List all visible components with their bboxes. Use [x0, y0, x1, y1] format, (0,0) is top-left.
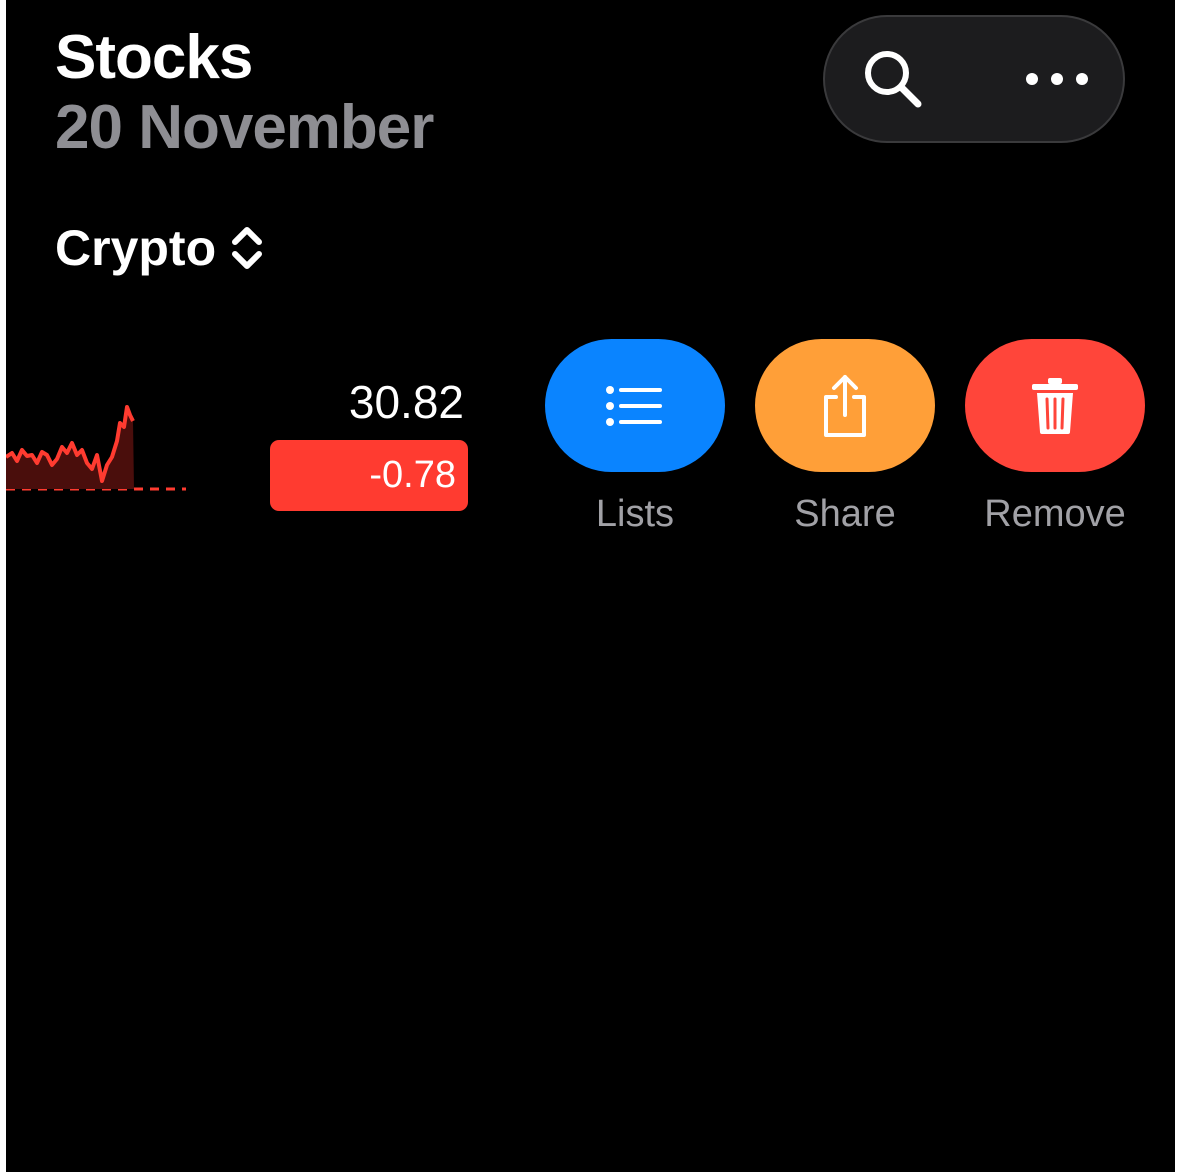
- sparkline-chart: [6, 405, 186, 491]
- watchlist-name: Crypto: [55, 220, 217, 276]
- search-icon: [865, 51, 922, 108]
- lists-action[interactable]: Lists: [545, 339, 725, 536]
- ellipsis-icon: [1026, 73, 1088, 85]
- trash-icon: [1032, 377, 1078, 434]
- search-button[interactable]: [833, 17, 953, 141]
- share-icon: [824, 374, 866, 437]
- stock-price: 30.82: [348, 376, 464, 428]
- remove-action[interactable]: Remove: [965, 339, 1145, 536]
- page-title: Stocks: [55, 23, 253, 92]
- share-button[interactable]: [755, 339, 935, 472]
- toolbar-pill: [823, 15, 1125, 143]
- list-icon: [606, 385, 662, 426]
- share-action[interactable]: Share: [755, 339, 935, 536]
- remove-button[interactable]: [965, 339, 1145, 472]
- lists-button[interactable]: [545, 339, 725, 472]
- page-date: 20 November: [55, 93, 434, 162]
- remove-label: Remove: [984, 493, 1126, 535]
- lists-label: Lists: [595, 493, 675, 535]
- share-label: Share: [794, 493, 896, 535]
- price-change-badge[interactable]: -0.78: [270, 440, 468, 511]
- watchlist-selector[interactable]: Crypto: [55, 218, 264, 278]
- stocks-screen: Stocks 20 November Crypto 30.82 -0.78 Li…: [6, 0, 1175, 1172]
- more-button[interactable]: [997, 17, 1117, 141]
- chevron-up-down-icon: [230, 222, 264, 274]
